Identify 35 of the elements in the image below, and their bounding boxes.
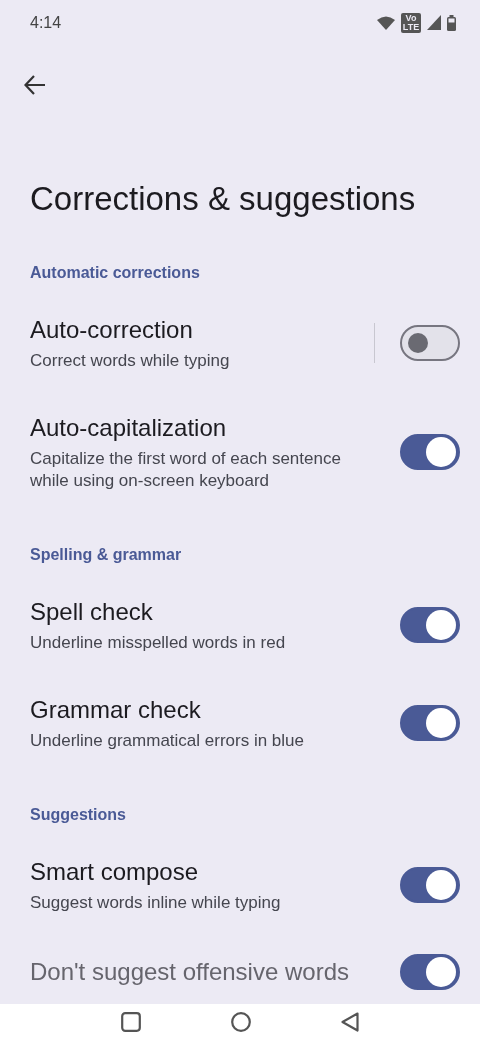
setting-row[interactable]: Don't suggest offensive words [0, 934, 480, 998]
setting-title: Grammar check [30, 695, 202, 725]
setting-row[interactable]: Spell check Underline misspelled words in red [0, 576, 480, 674]
setting-row[interactable]: Auto-capitalization Capitalize the first word of each sentence while using on-screen keyboard [0, 392, 480, 512]
back-icon[interactable] [341, 1012, 359, 1032]
setting-title: Spell check [30, 597, 154, 627]
setting-row[interactable]: Auto-correction Correct words while typing [0, 294, 480, 392]
toggle-switch[interactable] [400, 607, 460, 643]
toggle-switch[interactable] [400, 434, 460, 470]
setting-row[interactable]: Smart compose Suggest words inline while typing [0, 836, 480, 934]
section-header: Spelling & grammar [30, 545, 183, 565]
setting-description: Underline misspelled words in red [30, 632, 287, 654]
setting-title: Smart compose [30, 857, 200, 887]
network-badge: Vo LTE [401, 12, 421, 33]
page-title: Corrections & suggestions [30, 179, 417, 219]
section-header: Automatic corrections [30, 263, 201, 283]
setting-description: Correct words while typing [30, 350, 231, 372]
status-time: 4:14 [30, 13, 62, 32]
setting-description: Underline grammatical errors in blue [30, 730, 305, 752]
setting-title: Auto-capitalization [30, 413, 228, 443]
toggle-switch[interactable] [400, 705, 460, 741]
recents-icon[interactable] [121, 1012, 141, 1032]
section-header: Suggestions [30, 805, 127, 825]
wifi-icon [377, 15, 395, 30]
setting-description: Suggest words inline while typing [30, 892, 282, 914]
signal-icon [427, 15, 441, 30]
setting-title: Don't suggest offensive words [30, 957, 350, 987]
toggle-switch[interactable] [400, 954, 460, 990]
setting-title: Auto-correction [30, 315, 194, 345]
toggle-switch[interactable] [400, 867, 460, 903]
battery-icon [447, 14, 456, 31]
setting-row[interactable]: Grammar check Underline grammatical errors in blue [0, 674, 480, 772]
home-icon[interactable] [231, 1012, 251, 1032]
setting-description: Capitalize the first word of each sentence while using on-screen keyboard [30, 448, 342, 492]
toggle-switch[interactable] [400, 325, 460, 361]
